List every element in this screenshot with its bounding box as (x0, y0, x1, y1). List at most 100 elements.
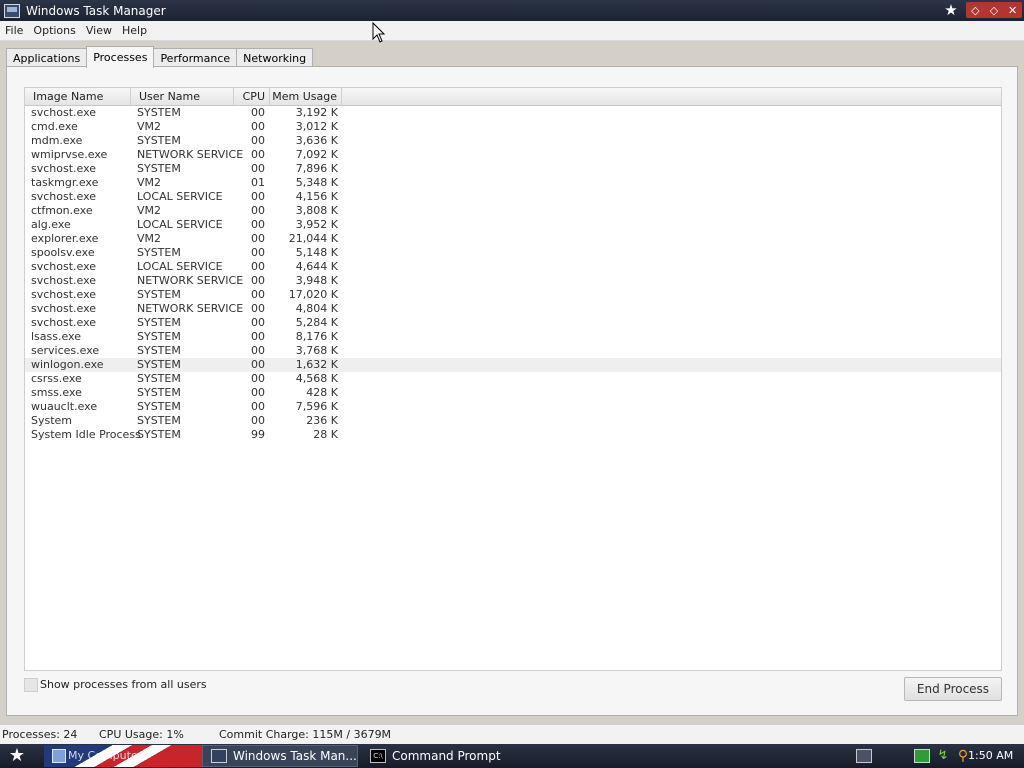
minimize-icon[interactable]: ◇ (967, 4, 983, 17)
table-row[interactable]: spoolsv.exe SYSTEM 00 5,148 K (25, 246, 1001, 260)
start-button[interactable]: ★ (6, 746, 28, 766)
title-bar[interactable]: Windows Task Manager ★ ◇ ◇ ✕ (0, 0, 1024, 22)
command-prompt-icon: C:\ (370, 749, 386, 763)
taskbar-item-command-prompt[interactable]: C:\ Command Prompt (362, 745, 512, 767)
table-row[interactable]: winlogon.exe SYSTEM 00 1,632 K (25, 358, 1001, 372)
taskbar-item-label: Windows Task Man... (233, 749, 357, 763)
process-cpu: 00 (251, 330, 265, 343)
menu-options[interactable]: Options (28, 24, 80, 37)
process-mem-usage: 3,952 K (295, 218, 338, 231)
table-row[interactable]: System Idle Process SYSTEM 99 28 K (25, 428, 1001, 442)
column-mem-usage[interactable]: Mem Usage (270, 88, 342, 105)
process-mem-usage: 3,808 K (295, 204, 338, 217)
table-row[interactable]: svchost.exe SYSTEM 00 7,896 K (25, 162, 1001, 176)
table-row[interactable]: explorer.exe VM2 00 21,044 K (25, 232, 1001, 246)
star-icon[interactable]: ★ (942, 1, 960, 19)
tab-applications[interactable]: Applications (6, 48, 88, 68)
menu-file[interactable]: File (0, 24, 28, 37)
taskbar-item-my-computer[interactable]: My Computer (44, 745, 202, 767)
table-row[interactable]: svchost.exe NETWORK SERVICE 00 4,804 K (25, 302, 1001, 316)
status-processes: Processes: 24 (2, 728, 78, 741)
table-row[interactable]: services.exe SYSTEM 00 3,768 K (25, 344, 1001, 358)
process-cpu: 00 (251, 414, 265, 427)
process-cpu: 00 (251, 274, 265, 287)
column-image-name[interactable]: Image Name (25, 88, 131, 105)
maximize-icon[interactable]: ◇ (986, 4, 1002, 17)
table-row[interactable]: mdm.exe SYSTEM 00 3,636 K (25, 134, 1001, 148)
process-cpu: 00 (251, 358, 265, 371)
process-user-name: VM2 (137, 232, 162, 245)
process-mem-usage: 3,768 K (295, 344, 338, 357)
table-row[interactable]: svchost.exe SYSTEM 00 17,020 K (25, 288, 1001, 302)
process-cpu: 00 (251, 232, 265, 245)
process-image-name: taskmgr.exe (31, 176, 99, 189)
tray-spacer (878, 750, 908, 762)
clock[interactable]: 1:50 AM (968, 749, 1013, 762)
table-row[interactable]: taskmgr.exe VM2 01 5,348 K (25, 176, 1001, 190)
process-image-name: svchost.exe (31, 302, 97, 315)
process-cpu: 01 (251, 176, 265, 189)
taskbar-item-task-manager[interactable]: Windows Task Man... (202, 745, 358, 767)
tab-processes[interactable]: Processes (86, 46, 155, 68)
taskbar-item-label: Command Prompt (392, 749, 501, 763)
show-all-users-checkbox[interactable] (24, 678, 38, 692)
table-row[interactable]: wmiprvse.exe NETWORK SERVICE 00 7,092 K (25, 148, 1001, 162)
table-row[interactable]: ctfmon.exe VM2 00 3,808 K (25, 204, 1001, 218)
battery-icon[interactable] (914, 749, 930, 763)
process-cpu: 00 (251, 106, 265, 119)
table-row[interactable]: svchost.exe SYSTEM 00 3,192 K (25, 106, 1001, 120)
menu-view[interactable]: View (81, 24, 117, 37)
table-row[interactable]: svchost.exe SYSTEM 00 5,284 K (25, 316, 1001, 330)
process-image-name: alg.exe (31, 218, 71, 231)
process-user-name: SYSTEM (137, 372, 181, 385)
process-image-name: svchost.exe (31, 316, 97, 329)
process-cpu: 99 (251, 428, 265, 441)
table-row[interactable]: wuauclt.exe SYSTEM 00 7,596 K (25, 400, 1001, 414)
process-user-name: VM2 (137, 120, 162, 133)
process-list[interactable]: Image Name User Name CPU Mem Usage svcho… (24, 87, 1002, 671)
menu-help[interactable]: Help (117, 24, 152, 37)
column-cpu[interactable]: CPU (234, 88, 270, 105)
table-row[interactable]: smss.exe SYSTEM 00 428 K (25, 386, 1001, 400)
process-image-name: winlogon.exe (31, 358, 104, 371)
column-user-name[interactable]: User Name (131, 88, 234, 105)
taskbar-item-label: My Computer (68, 749, 143, 762)
process-cpu: 00 (251, 120, 265, 133)
status-cpu-usage: CPU Usage: 1% (99, 728, 184, 741)
process-cpu: 00 (251, 316, 265, 329)
process-mem-usage: 4,644 K (295, 260, 338, 273)
process-user-name: VM2 (137, 176, 162, 189)
table-row[interactable]: System SYSTEM 00 236 K (25, 414, 1001, 428)
end-process-button[interactable]: End Process (904, 677, 1002, 701)
process-cpu: 00 (251, 190, 265, 203)
process-user-name: SYSTEM (137, 358, 181, 371)
mouse-cursor-icon (372, 22, 386, 43)
keyboard-icon[interactable] (856, 749, 872, 763)
table-row[interactable]: svchost.exe NETWORK SERVICE 00 3,948 K (25, 274, 1001, 288)
process-mem-usage: 428 K (306, 386, 338, 399)
process-mem-usage: 1,632 K (295, 358, 338, 371)
process-image-name: svchost.exe (31, 274, 97, 287)
tab-performance[interactable]: Performance (153, 48, 238, 68)
process-cpu: 00 (251, 260, 265, 273)
tab-networking[interactable]: Networking (236, 48, 314, 68)
process-cpu: 00 (251, 372, 265, 385)
table-row[interactable]: cmd.exe VM2 00 3,012 K (25, 120, 1001, 134)
network-icon[interactable]: ↯ (936, 749, 950, 762)
process-cpu: 00 (251, 302, 265, 315)
table-row[interactable]: lsass.exe SYSTEM 00 8,176 K (25, 330, 1001, 344)
window-controls: ◇ ◇ ✕ (966, 2, 1022, 18)
table-row[interactable]: csrss.exe SYSTEM 00 4,568 K (25, 372, 1001, 386)
table-row[interactable]: svchost.exe LOCAL SERVICE 00 4,644 K (25, 260, 1001, 274)
process-image-name: ctfmon.exe (31, 204, 93, 217)
process-user-name: VM2 (137, 204, 162, 217)
close-icon[interactable]: ✕ (1005, 4, 1021, 17)
process-mem-usage: 28 K (313, 428, 338, 441)
table-row[interactable]: svchost.exe LOCAL SERVICE 00 4,156 K (25, 190, 1001, 204)
process-user-name: SYSTEM (137, 134, 181, 147)
process-cpu: 00 (251, 148, 265, 161)
table-row[interactable]: alg.exe LOCAL SERVICE 00 3,952 K (25, 218, 1001, 232)
process-mem-usage: 17,020 K (288, 288, 338, 301)
status-commit-charge: Commit Charge: 115M / 3679M (219, 728, 392, 741)
process-mem-usage: 5,348 K (295, 176, 338, 189)
